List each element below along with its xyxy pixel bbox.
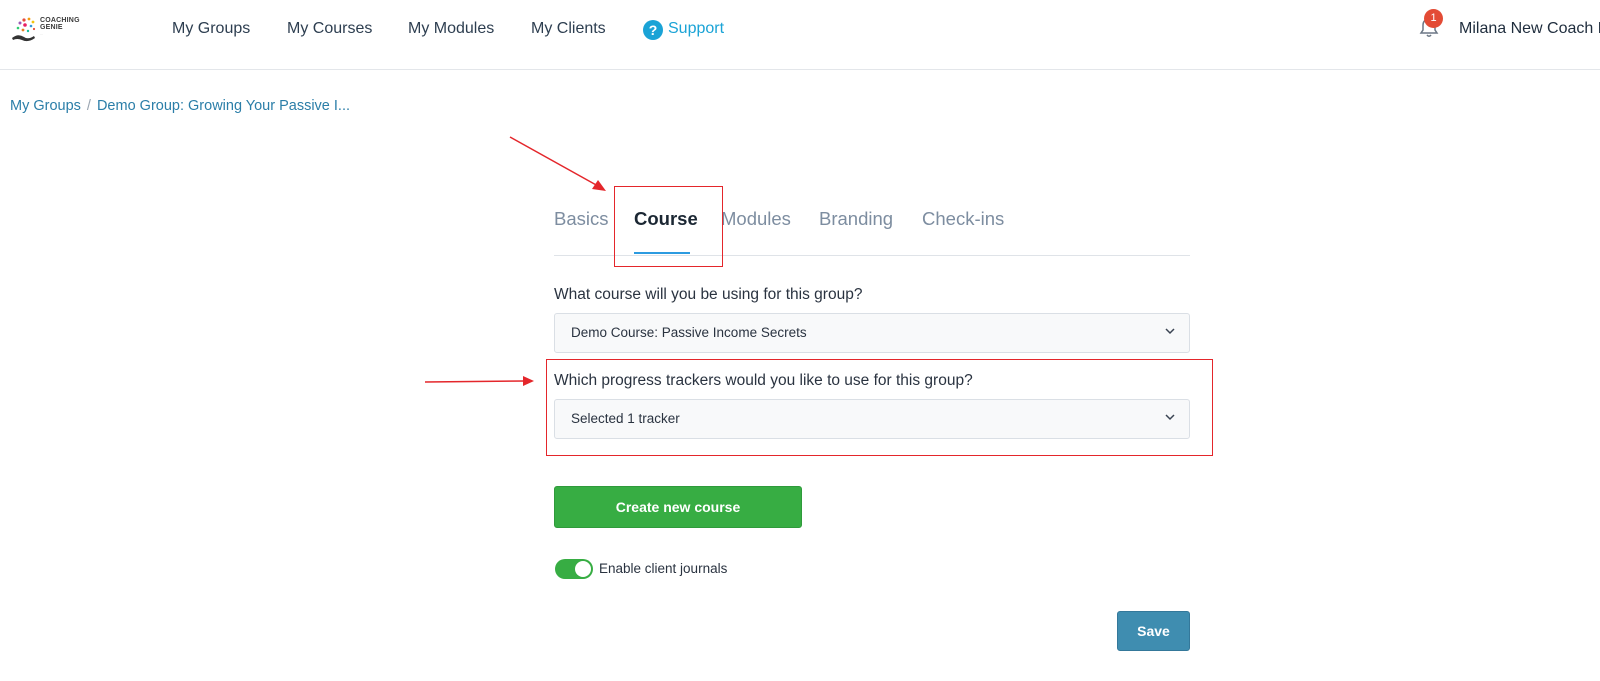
course-tab-highlight-box bbox=[614, 186, 723, 267]
tracker-highlight-box bbox=[546, 359, 1213, 456]
arrow-to-tracker-field bbox=[424, 376, 534, 386]
tab-modules[interactable]: Modules bbox=[721, 208, 791, 230]
top-navigation-bar: COACHING GENIE ... My Groups My Courses … bbox=[0, 0, 1600, 70]
logo-line-2: GENIE bbox=[40, 24, 63, 31]
logo-tagline: ... bbox=[40, 32, 44, 36]
course-select-value: Demo Course: Passive Income Secrets bbox=[571, 325, 807, 340]
logo-icon bbox=[12, 17, 36, 42]
save-button[interactable]: Save bbox=[1117, 611, 1190, 651]
chevron-down-icon bbox=[1165, 328, 1175, 335]
course-select-label: What course will you be using for this g… bbox=[554, 286, 863, 303]
logo-wordmark: COACHING GENIE ... bbox=[40, 17, 80, 38]
tab-branding[interactable]: Branding bbox=[819, 208, 893, 230]
nav-my-modules[interactable]: My Modules bbox=[408, 20, 494, 38]
client-journals-label: Enable client journals bbox=[599, 561, 728, 576]
client-journals-toggle[interactable] bbox=[555, 559, 593, 579]
breadcrumb-separator: / bbox=[86, 98, 91, 114]
tab-check-ins[interactable]: Check-ins bbox=[922, 208, 1004, 230]
nav-support[interactable]: Support bbox=[668, 20, 724, 38]
notification-count-badge: 1 bbox=[1424, 9, 1443, 28]
breadcrumb-my-groups[interactable]: My Groups bbox=[10, 98, 81, 114]
nav-my-clients[interactable]: My Clients bbox=[531, 20, 606, 38]
question-circle-icon[interactable]: ? bbox=[643, 20, 663, 40]
nav-my-courses[interactable]: My Courses bbox=[287, 20, 372, 38]
coaching-genie-logo[interactable]: COACHING GENIE ... bbox=[10, 14, 90, 46]
tab-basics[interactable]: Basics bbox=[554, 208, 609, 230]
user-menu[interactable]: Milana New Coach Lo bbox=[1459, 20, 1600, 38]
toggle-knob bbox=[575, 561, 591, 577]
breadcrumb: My Groups / Demo Group: Growing Your Passi… bbox=[10, 98, 350, 114]
logo-line-1: COACHING bbox=[40, 17, 80, 24]
course-select[interactable]: Demo Course: Passive Income Secrets bbox=[554, 313, 1190, 353]
breadcrumb-current-group[interactable]: Demo Group: Growing Your Passive I... bbox=[97, 98, 350, 114]
nav-my-groups[interactable]: My Groups bbox=[172, 20, 250, 38]
create-new-course-button[interactable]: Create new course bbox=[554, 486, 802, 528]
